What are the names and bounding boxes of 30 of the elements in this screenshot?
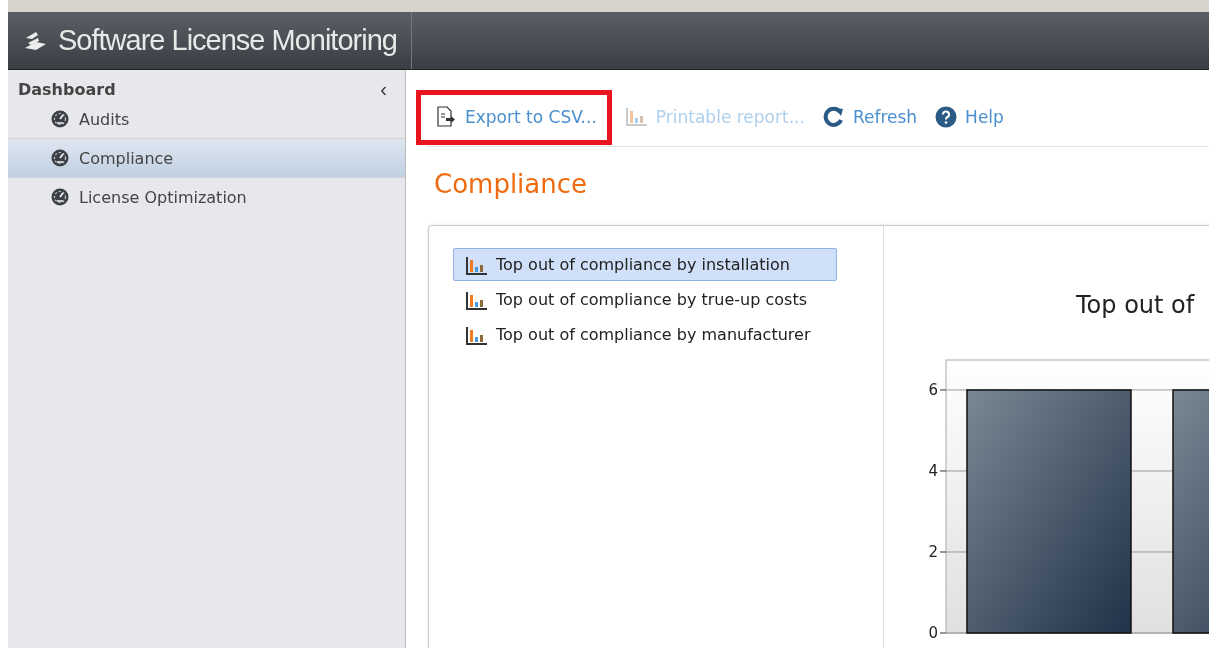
toolbar-button[interactable]: Refresh — [818, 89, 922, 145]
refresh-icon — [822, 106, 845, 128]
gauge-icon — [51, 110, 69, 128]
bar-chart-icon — [466, 254, 488, 275]
report-item[interactable]: Top out of compliance by manufacturer — [453, 318, 837, 351]
y-tick-label: 2 — [928, 542, 938, 561]
y-tick-label: 6 — [928, 380, 938, 399]
y-tick-label: 4 — [928, 462, 947, 480]
report-item[interactable]: Top out of compliance by true-up costs — [453, 283, 837, 316]
collapse-button[interactable]: ‹ — [380, 77, 387, 101]
gauge-icon — [51, 149, 69, 167]
chart-title: Top out of — [1076, 291, 1195, 319]
bar-chart-icon — [625, 106, 648, 128]
y-tick-label: 4 — [928, 461, 938, 480]
y-tick-label: 2 — [928, 543, 947, 561]
y-tick-label: 0 — [928, 624, 947, 642]
sidebar-item[interactable]: License Optimization — [8, 178, 405, 216]
app-title: Software License Monitoring — [58, 24, 397, 57]
document-icon — [435, 106, 457, 128]
sidebar-item[interactable]: Compliance — [8, 139, 405, 178]
bar-chart-icon — [466, 324, 488, 345]
y-tick-label: 0 — [928, 624, 938, 642]
logo-icon — [24, 29, 48, 52]
sidebar-heading: Dashboard — [18, 79, 116, 99]
page-title: Compliance — [434, 169, 589, 199]
help-icon — [935, 106, 958, 128]
y-tick-label: 6 — [928, 380, 947, 399]
gauge-icon — [51, 188, 69, 206]
report-item[interactable]: Top out of compliance by installation — [453, 248, 837, 281]
bar-chart-icon — [466, 289, 488, 310]
